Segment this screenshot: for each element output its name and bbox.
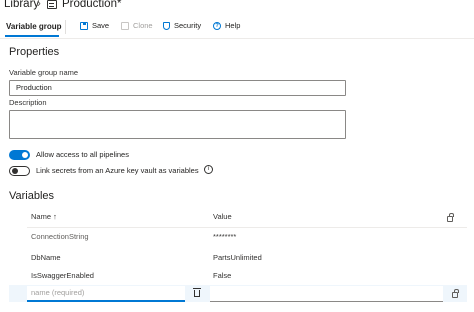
variable-name[interactable]: IsSwaggerEnabled [31,271,94,280]
help-label: Help [225,21,241,30]
allow-pipelines-label: Allow access to all pipelines [36,150,129,159]
page-title: Production* [62,0,122,10]
toggle-knob [12,168,18,174]
shield-icon [163,21,170,30]
toolbar-divider [65,20,66,34]
link-keyvault-label: Link secrets from an Azure key vault as … [36,166,199,175]
security-button[interactable]: Security [163,21,201,30]
variable-name[interactable]: ConnectionString [31,232,89,241]
security-label: Security [174,21,202,30]
breadcrumb-library[interactable]: Library [4,0,39,10]
variable-group-icon [47,0,57,9]
active-tab-indicator [5,35,59,37]
group-name-label: Variable group name [9,68,79,77]
trash-icon[interactable] [193,288,201,297]
variable-name[interactable]: DbName [31,253,61,262]
toggle-knob [22,152,28,158]
link-keyvault-toggle[interactable] [9,166,30,176]
group-name-input[interactable]: Production [9,80,346,96]
properties-heading: Properties [9,46,60,58]
allow-pipelines-toggle[interactable] [9,150,30,160]
new-variable-value-input[interactable] [210,286,443,302]
column-header-name[interactable]: Name ↑ [31,212,57,221]
lock-icon [447,213,454,222]
info-icon[interactable]: i [204,165,213,174]
save-label: Save [92,21,110,30]
new-variable-name-input[interactable]: name (required) [27,286,185,302]
help-icon: ? [213,21,221,30]
description-label: Description [9,98,47,107]
breadcrumb-separator: › [37,0,41,10]
lock-icon[interactable] [452,289,459,298]
variable-value[interactable]: PartsUnlimited [213,253,262,262]
help-button[interactable]: ? Help [213,21,240,30]
header-divider [27,227,467,228]
variable-value[interactable]: False [213,271,231,280]
clone-label: Clone [133,21,153,30]
tab-variable-group[interactable]: Variable group [6,22,62,31]
clone-button[interactable]: Clone [121,21,153,30]
save-icon [80,21,88,30]
clone-icon [121,21,129,30]
variable-value[interactable]: ******** [213,232,236,241]
variables-heading: Variables [9,190,55,202]
save-button[interactable]: Save [80,21,109,30]
description-textarea[interactable] [9,110,346,139]
toolbar-divider-line [0,38,474,39]
column-header-value: Value [213,212,232,221]
